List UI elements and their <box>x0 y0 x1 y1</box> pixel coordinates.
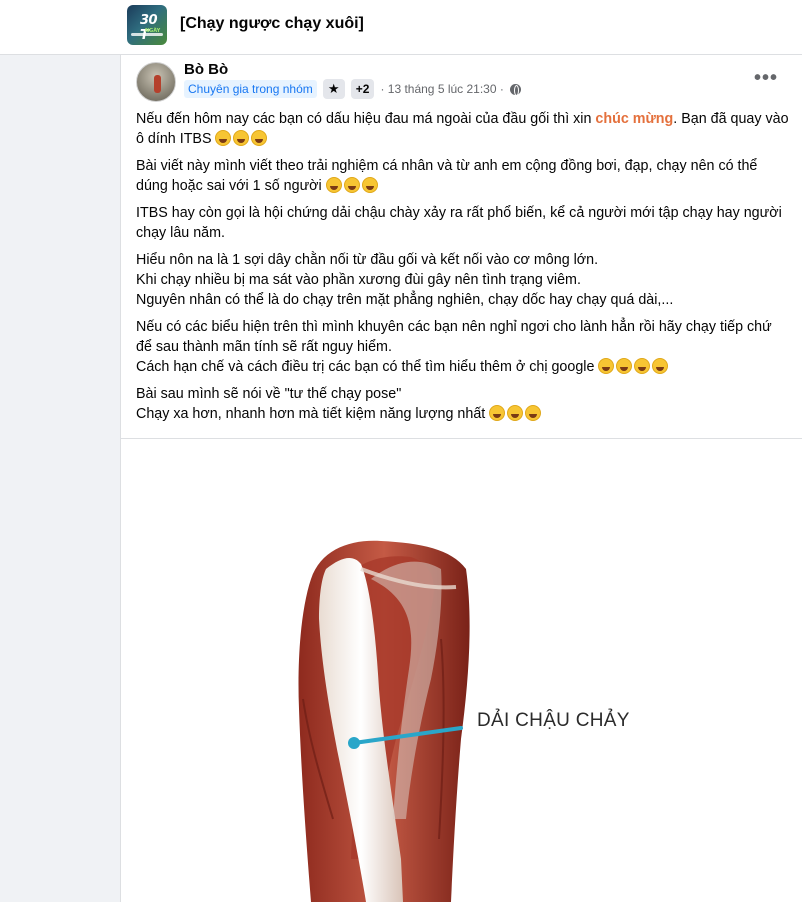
group-thumbnail-stripe <box>131 33 163 36</box>
leg-anatomy-illustration <box>298 540 470 902</box>
grin-emoji-icon <box>343 177 360 193</box>
grin-emoji-icon <box>361 177 378 193</box>
post-author[interactable]: Bò Bò <box>184 61 228 78</box>
more-badges-button[interactable]: +2 <box>350 79 375 99</box>
paragraph-line: Nếu có các biểu hiện trên thì mình khuyê… <box>136 319 772 355</box>
star-icon[interactable]: ★ <box>322 79 345 99</box>
rofl-emoji-icon <box>251 130 268 146</box>
paragraph-6: Bài sau mình sẽ nói về "tư thế chạy pose… <box>136 384 791 424</box>
paragraph-line: Cách hạn chế và cách điều trị các bạn có… <box>136 359 599 375</box>
paragraph-line: Bài sau mình sẽ nói về "tư thế chạy pose… <box>136 386 402 402</box>
paragraph-3: ITBS hay còn gọi là hội chứng dải chậu c… <box>136 205 782 241</box>
grin-emoji-icon <box>652 358 669 374</box>
paragraph-line: Nguyên nhân có thể là do chạy trên mặt p… <box>136 292 674 308</box>
grin-emoji-icon <box>616 358 633 374</box>
post-image[interactable]: DẢI CHẬU CHẢY <box>121 439 802 902</box>
paragraph-5: Nếu có các biểu hiện trên thì mình khuyê… <box>136 317 791 377</box>
paragraph-4: Hiểu nôn na là 1 sợi dây chằn nối từ đầu… <box>136 250 791 310</box>
post-meta: Chuyên gia trong nhóm ★ +2 · 13 tháng 5 … <box>184 79 521 99</box>
paragraph-text: Bài viết này mình viết theo trải nghiệm … <box>136 158 758 194</box>
laugh-emoji-icon <box>507 405 524 421</box>
paragraph-line: Khi chạy nhiều bị ma sát vào phần xương … <box>136 272 581 288</box>
laugh-emoji-icon <box>489 405 506 421</box>
rofl-emoji-icon <box>215 130 232 146</box>
expert-badge[interactable]: Chuyên gia trong nhóm <box>184 80 317 98</box>
paragraph-text: Nếu đến hôm nay các bạn có dấu hiệu đau … <box>136 111 596 127</box>
globe-icon <box>509 83 521 96</box>
post-timestamp[interactable]: · 13 tháng 5 lúc 21:30 · <box>380 82 503 96</box>
grin-emoji-icon <box>598 358 615 374</box>
paragraph-line: Hiểu nôn na là 1 sợi dây chằn nối từ đầu… <box>136 252 599 268</box>
paragraph-2: Bài viết này mình viết theo trải nghiệm … <box>136 156 791 196</box>
laugh-emoji-icon <box>525 405 542 421</box>
post-card: Bò Bò Chuyên gia trong nhóm ★ +2 · 13 th… <box>120 55 802 902</box>
post-body: Nếu đến hôm nay các bạn có dấu hiệu đau … <box>136 109 791 431</box>
paragraph-line: Chạy xa hơn, nhanh hơn mà tiết kiệm năng… <box>136 406 490 422</box>
group-thumbnail[interactable]: 30 T NGÀY <box>127 5 167 45</box>
grin-emoji-icon <box>634 358 651 374</box>
avatar[interactable] <box>136 62 176 102</box>
group-header: 30 T NGÀY [Chạy ngược chạy xuôi] <box>0 0 802 55</box>
grin-emoji-icon <box>325 177 342 193</box>
highlight-text: chúc mừng <box>595 111 674 127</box>
more-options-icon[interactable]: ••• <box>754 68 778 88</box>
paragraph-1: Nếu đến hôm nay các bạn có dấu hiệu đau … <box>136 109 791 149</box>
image-label: DẢI CHẬU CHẢY <box>477 710 630 731</box>
rofl-emoji-icon <box>233 130 250 146</box>
group-title[interactable]: [Chạy ngược chạy xuôi] <box>180 15 364 33</box>
